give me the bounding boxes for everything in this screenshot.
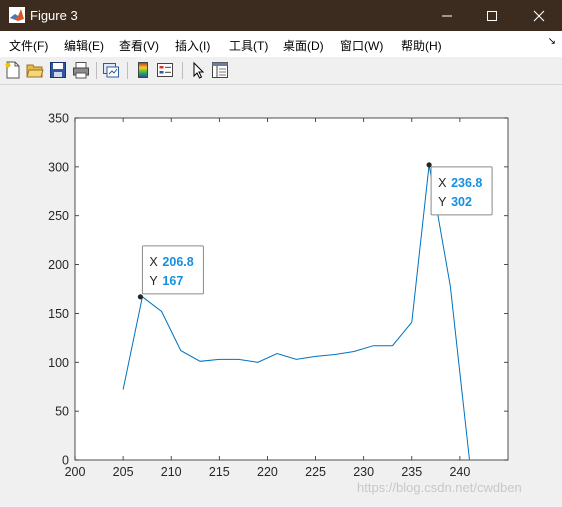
y-tick-label: 250 — [48, 209, 69, 223]
x-tick-label: 205 — [113, 465, 134, 479]
datatip-y-label: Y — [149, 274, 158, 288]
datatip[interactable]: X 206.8 Y 167 — [137, 245, 204, 300]
title-bar: Figure 3 — [0, 0, 562, 31]
menubar-overflow-icon[interactable]: ↘ — [548, 36, 556, 47]
save-icon[interactable] — [49, 61, 67, 79]
watermark-text: https://blog.csdn.net/cwdben — [357, 480, 522, 495]
toolbar-separator — [127, 62, 128, 79]
x-tick-label: 230 — [353, 465, 374, 479]
close-button[interactable] — [516, 0, 562, 31]
datatip-x-value: 206.8 — [162, 255, 193, 269]
x-tick-label: 240 — [449, 465, 470, 479]
x-tick-label: 220 — [257, 465, 278, 479]
minimize-button[interactable] — [424, 0, 470, 31]
maximize-icon — [487, 10, 497, 21]
y-tick-label: 300 — [48, 160, 69, 174]
print-icon[interactable] — [72, 61, 90, 79]
menu-file[interactable]: 文件(F) — [9, 37, 48, 54]
y-tick-label: 100 — [48, 356, 69, 370]
menu-window[interactable]: 窗口(W) — [340, 37, 383, 54]
menu-bar: 文件(F) 编辑(E) 查看(V) 插入(I) 工具(T) 桌面(D) 窗口(W… — [0, 31, 562, 57]
menu-help[interactable]: 帮助(H) — [401, 37, 442, 54]
property-inspector-icon[interactable] — [211, 61, 229, 79]
datatip-marker — [137, 294, 144, 300]
y-tick-label: 50 — [55, 405, 69, 419]
y-tick-label: 150 — [48, 307, 69, 321]
new-figure-icon[interactable] — [4, 61, 22, 79]
window-title: Figure 3 — [30, 8, 78, 23]
toolbar-separator — [96, 62, 97, 79]
x-tick-label: 225 — [305, 465, 326, 479]
link-plot-icon[interactable] — [102, 61, 120, 79]
y-tick-label: 0 — [62, 454, 69, 468]
toolbar-separator — [182, 62, 183, 79]
open-file-icon[interactable] — [26, 61, 44, 79]
edit-plot-arrow-icon[interactable] — [189, 61, 207, 79]
y-tick-label: 200 — [48, 258, 69, 272]
datatip-y-label: Y — [438, 195, 447, 209]
figure-canvas: 200 205 210 215 220 225 230 235 2400501001502002… — [0, 86, 562, 507]
datatip-x-label: X — [149, 255, 158, 269]
matlab-icon — [9, 7, 25, 23]
menu-desktop[interactable]: 桌面(D) — [283, 37, 324, 54]
datatip-marker — [426, 162, 432, 168]
x-tick-label: 210 — [161, 465, 182, 479]
x-tick-label: 215 — [209, 465, 230, 479]
close-icon — [533, 10, 545, 21]
y-tick-label: 350 — [48, 112, 69, 126]
x-tick-label: 235 — [401, 465, 422, 479]
menu-edit[interactable]: 编辑(E) — [64, 37, 104, 54]
datatip-y-value: 167 — [162, 274, 183, 288]
datatip-x-label: X — [438, 176, 447, 190]
datatip-x-value: 236.8 — [451, 176, 482, 190]
figure-window: Figure 3 文件(F) 编辑(E) 查看(V) 插入(I) 工具(T) 桌… — [0, 0, 562, 507]
menu-insert[interactable]: 插入(I) — [175, 37, 210, 54]
minimize-icon — [442, 15, 452, 16]
menu-view[interactable]: 查看(V) — [119, 37, 159, 54]
datatip[interactable]: X 236.8 Y 302 — [426, 162, 493, 216]
datatip-y-value: 302 — [451, 195, 472, 209]
insert-legend-icon[interactable] — [156, 61, 174, 79]
insert-colorbar-icon[interactable] — [134, 61, 152, 79]
menu-tools[interactable]: 工具(T) — [229, 37, 268, 54]
figure-toolbar — [0, 57, 562, 85]
maximize-button[interactable] — [469, 0, 515, 31]
